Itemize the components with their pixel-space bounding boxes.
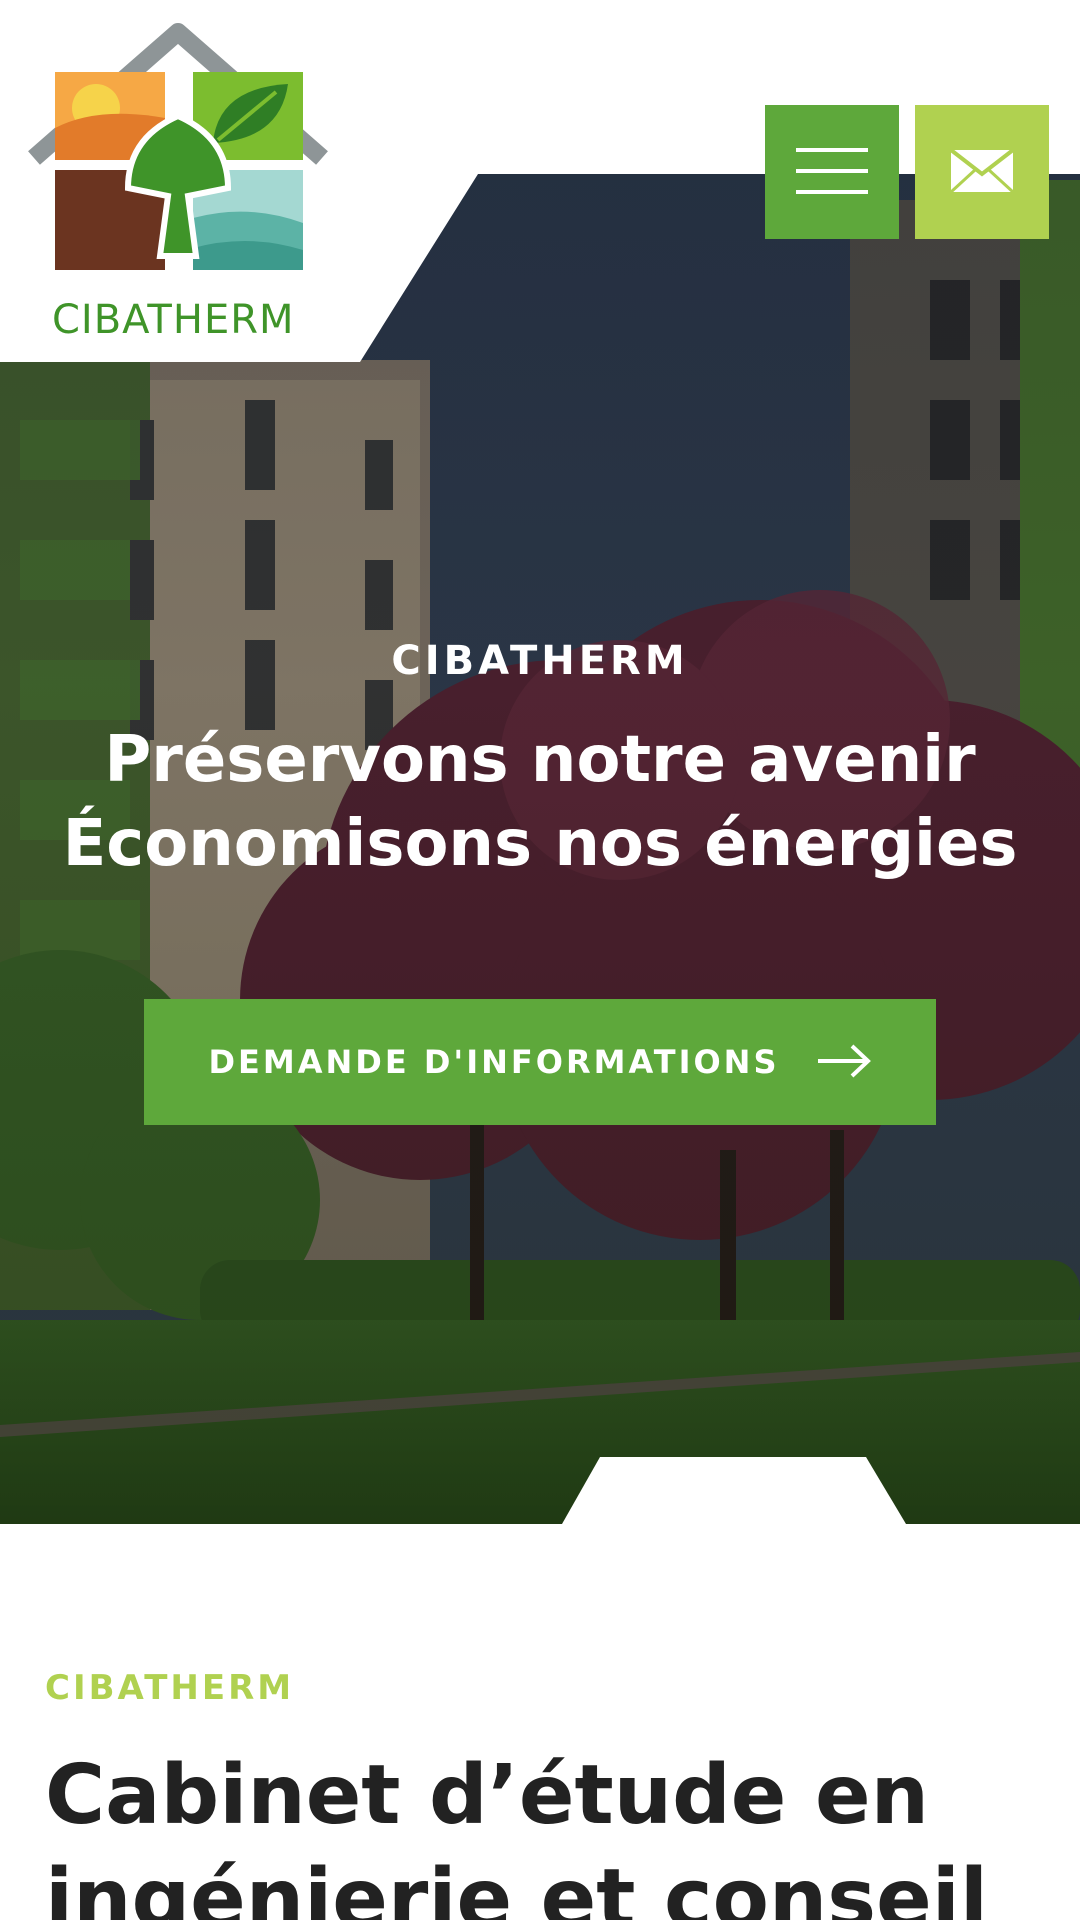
contact-mail-button[interactable] bbox=[915, 105, 1049, 239]
information-request-button[interactable]: DEMANDE D'INFORMATIONS bbox=[144, 999, 936, 1125]
hamburger-icon bbox=[796, 146, 868, 199]
arrow-right-icon bbox=[816, 1043, 872, 1082]
hero-title: Préservons notre avenir Économisons nos … bbox=[0, 718, 1080, 886]
logo-text: CIBATHERM bbox=[52, 297, 295, 343]
envelope-icon bbox=[949, 147, 1015, 197]
hero-kicker: CIBATHERM bbox=[391, 638, 689, 684]
menu-button[interactable] bbox=[765, 105, 899, 239]
section-title: Cabinet d’étude en ingénierie et conseil bbox=[45, 1748, 988, 1920]
section-kicker: CIBATHERM bbox=[45, 1668, 295, 1708]
hero-title-line2: Économisons nos énergies bbox=[62, 807, 1018, 881]
cta-label: DEMANDE D'INFORMATIONS bbox=[208, 1043, 780, 1081]
house-leaf-logo-icon bbox=[28, 23, 328, 270]
cibatherm-logo[interactable]: CIBATHERM bbox=[18, 18, 342, 343]
hero-title-line1: Préservons notre avenir bbox=[104, 723, 976, 797]
